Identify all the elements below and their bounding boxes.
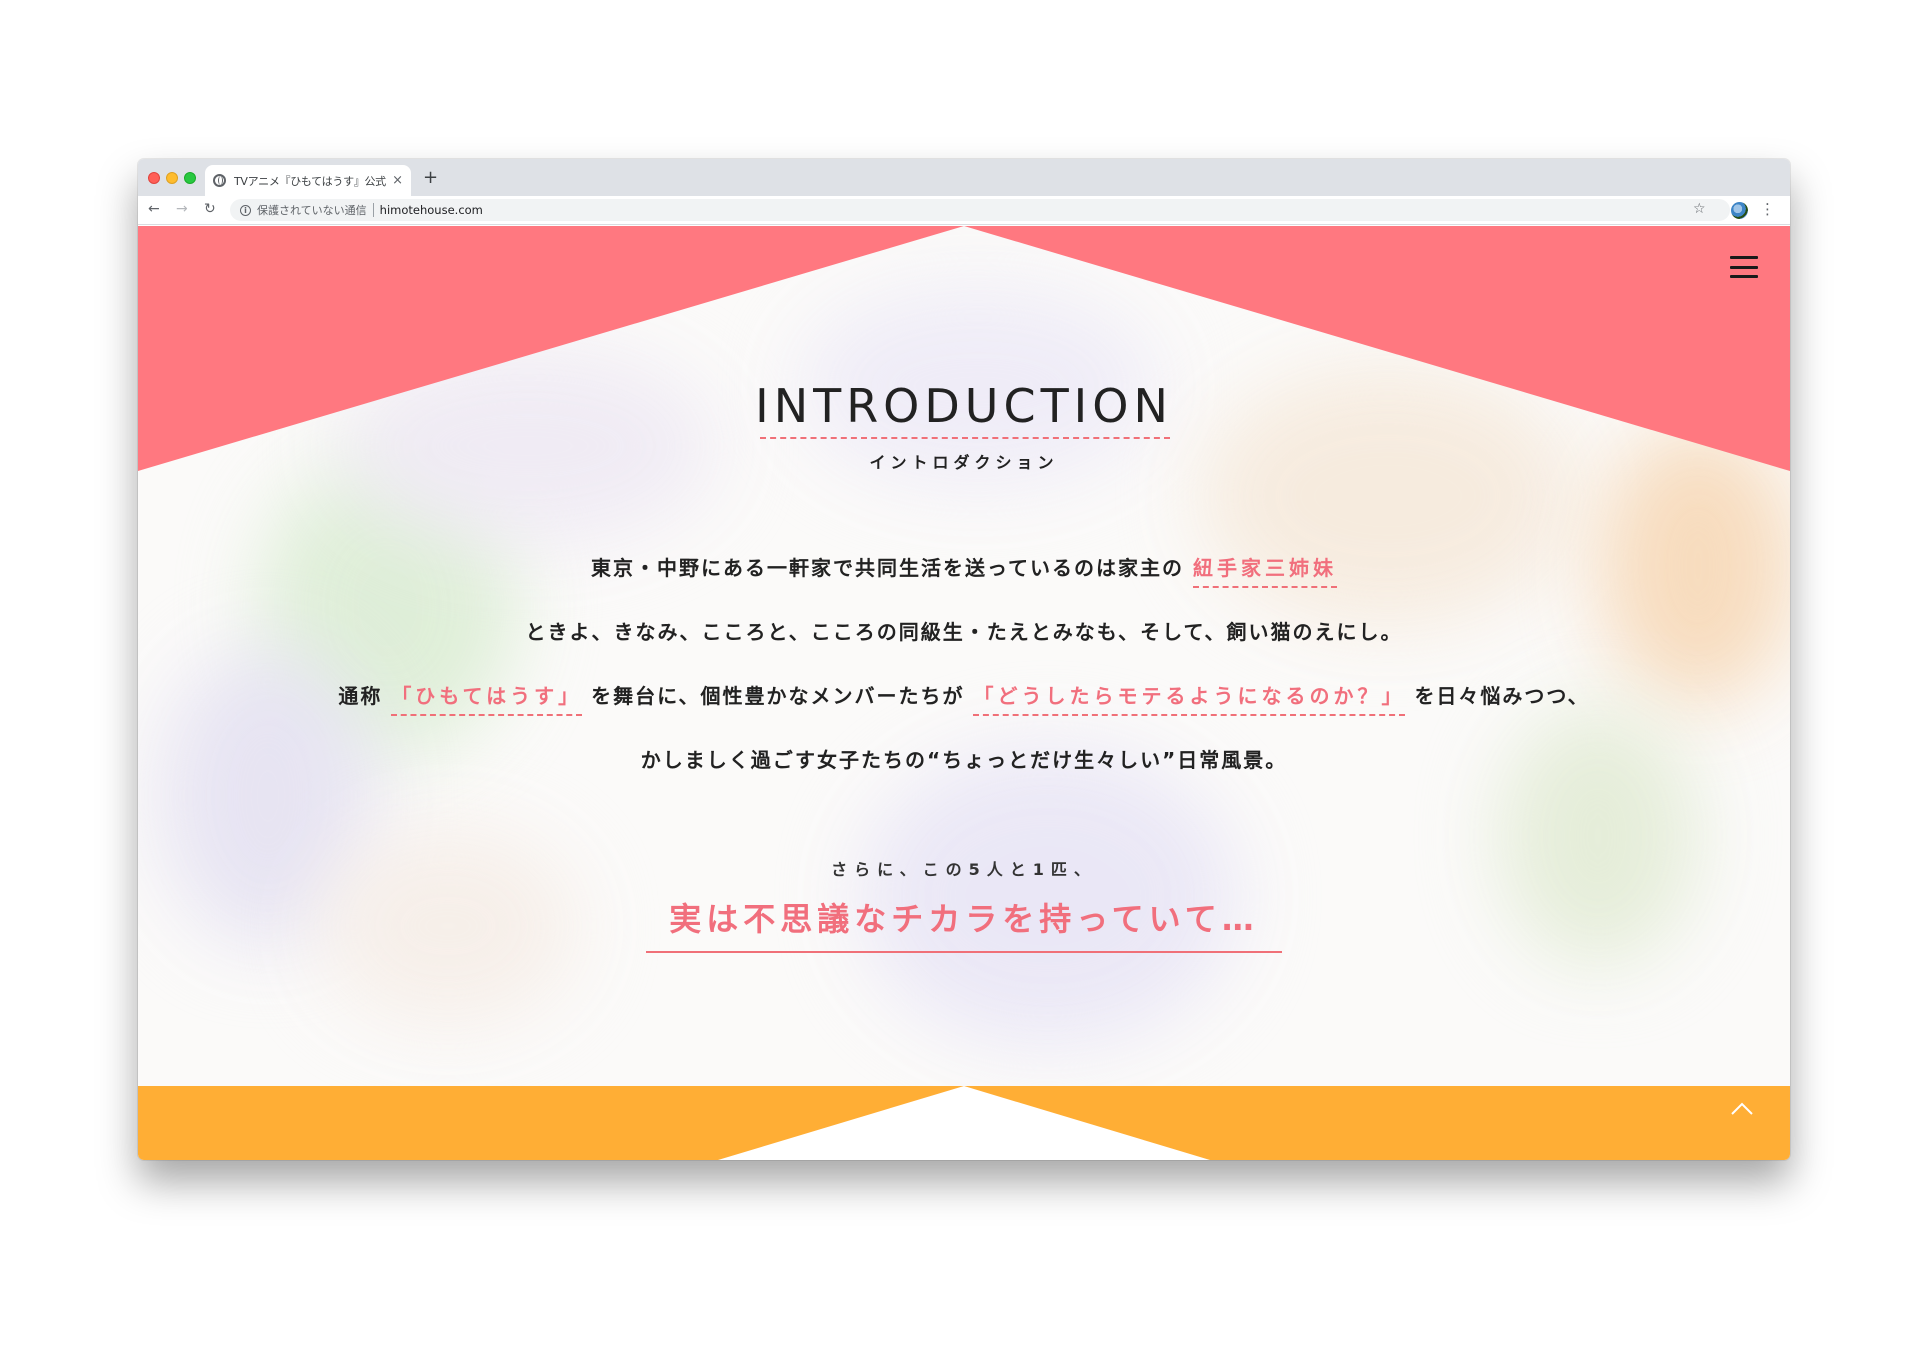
browser-toolbar: ← → ↻ i 保護されていない通信 himotehouse.com ☆ ⋮ bbox=[138, 196, 1790, 225]
tagline-underline bbox=[646, 951, 1282, 953]
forward-arrow-icon[interactable]: → bbox=[176, 201, 188, 217]
intro-line-4: かしましく過ごす女子たちの“ちょっとだけ生々しい”日常風景。 bbox=[640, 748, 1288, 772]
profile-avatar[interactable] bbox=[1731, 202, 1748, 219]
url-text[interactable]: himotehouse.com bbox=[380, 203, 483, 217]
chevron-up-icon[interactable] bbox=[1730, 1096, 1754, 1120]
intro-text: を舞台に、個性豊かなメンバーたちが bbox=[591, 684, 965, 708]
bookmark-star-icon[interactable]: ☆ bbox=[1693, 201, 1706, 217]
intro-text: 通称 bbox=[338, 684, 383, 708]
globe-icon bbox=[213, 174, 226, 187]
tab-strip: TVアニメ『ひもてはうす』公式サ × + bbox=[138, 159, 1790, 196]
address-divider bbox=[372, 203, 374, 217]
browser-menu-icon[interactable]: ⋮ bbox=[1760, 200, 1775, 218]
security-status: 保護されていない通信 bbox=[257, 204, 367, 217]
address-bar[interactable]: i 保護されていない通信 himotehouse.com bbox=[230, 199, 1730, 221]
hamburger-menu-icon[interactable] bbox=[1730, 256, 1758, 278]
bottom-orange-band bbox=[138, 1086, 1790, 1160]
browser-window: TVアニメ『ひもてはうす』公式サ × + ← → ↻ i 保護されていない通信 … bbox=[138, 159, 1790, 1160]
intro-text: 東京・中野にある一軒家で共同生活を送っているのは家主の bbox=[591, 556, 1185, 580]
tab-close-icon[interactable]: × bbox=[392, 173, 403, 188]
new-tab-button[interactable]: + bbox=[423, 167, 438, 188]
closing-note: さらに、この5人と1匹、 bbox=[831, 860, 1097, 879]
introduction-page: INTRODUCTION イントロダクション 東京・中野にある一軒家で共同生活を… bbox=[138, 226, 1790, 1160]
intro-line-3: 通称 「ひもてはうす」 を舞台に、個性豊かなメンバーたちが 「どうしたらモテるよ… bbox=[138, 680, 1790, 716]
reload-icon[interactable]: ↻ bbox=[204, 201, 216, 217]
tab-title: TVアニメ『ひもてはうす』公式サ bbox=[234, 174, 387, 188]
highlight-sisters: 紐手家三姉妹 bbox=[1192, 556, 1337, 588]
info-icon[interactable]: i bbox=[240, 204, 251, 216]
back-arrow-icon[interactable]: ← bbox=[148, 201, 160, 217]
intro-line-2: ときよ、きなみ、こころと、こころの同級生・たえとみなも、そして、飼い猫のえにし。 bbox=[525, 620, 1403, 644]
minimize-window-button[interactable] bbox=[166, 172, 178, 184]
section-title: INTRODUCTION bbox=[755, 379, 1173, 433]
maximize-window-button[interactable] bbox=[184, 172, 196, 184]
title-underline bbox=[760, 437, 1170, 439]
highlight-question: 「どうしたらモテるようになるのか？」 bbox=[973, 684, 1406, 716]
highlight-himotehouse: 「ひもてはうす」 bbox=[391, 684, 583, 716]
intro-line-1: 東京・中野にある一軒家で共同生活を送っているのは家主の 紐手家三姉妹 bbox=[138, 552, 1790, 588]
browser-tab[interactable]: TVアニメ『ひもてはうす』公式サ × bbox=[205, 165, 411, 196]
close-window-button[interactable] bbox=[148, 172, 160, 184]
intro-text: を日々悩みつつ、 bbox=[1414, 684, 1590, 708]
closing-tagline: 実は不思議なチカラを持っていて… bbox=[669, 900, 1259, 938]
section-subtitle: イントロダクション bbox=[869, 453, 1059, 472]
